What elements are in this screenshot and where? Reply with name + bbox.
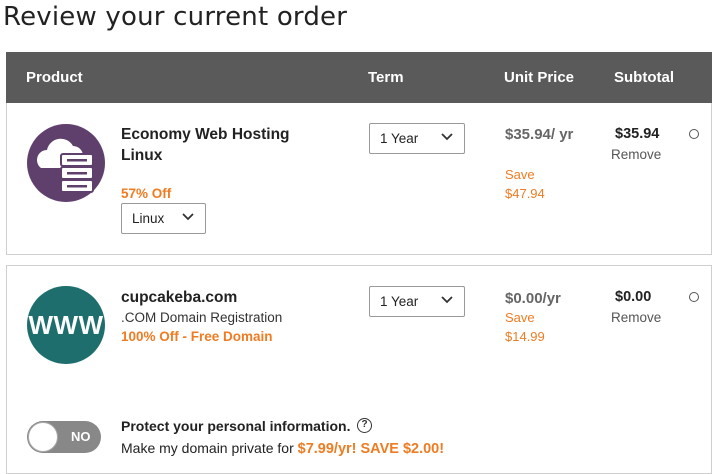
os-select[interactable]: Linux	[121, 203, 206, 234]
term-select-value: 1 Year	[380, 131, 419, 146]
toggle-knob	[28, 422, 58, 452]
subtotal-value: $35.94	[615, 126, 660, 142]
term-select[interactable]: 1 Year	[369, 286, 465, 317]
toggle-state-label: NO	[71, 429, 91, 444]
remove-icon[interactable]	[689, 129, 699, 139]
save-amount: $14.99	[505, 329, 545, 344]
header-term: Term	[368, 69, 404, 86]
remove-link[interactable]: Remove	[611, 310, 661, 325]
server-cloud-icon	[27, 124, 105, 202]
remove-link[interactable]: Remove	[611, 147, 661, 162]
header-product: Product	[26, 69, 83, 86]
domain-description: .COM Domain Registration	[121, 310, 283, 325]
order-item-hosting: Economy Web Hosting Linux 57% Off Linux …	[6, 103, 712, 255]
domain-name: cupcakeba.com	[121, 289, 238, 306]
remove-icon[interactable]	[689, 292, 699, 302]
privacy-offer-price: $7.99/yr! SAVE $2.00!	[297, 441, 445, 457]
privacy-toggle[interactable]: NO	[27, 421, 101, 453]
unit-price: $0.00/yr	[505, 290, 561, 307]
privacy-offer-text: Make my domain private for	[121, 440, 298, 456]
unit-price: $35.94/ yr	[505, 126, 574, 143]
discount-label: 57% Off	[121, 186, 172, 201]
os-select-value: Linux	[132, 211, 165, 226]
subtotal-value: $0.00	[615, 289, 652, 305]
www-icon: WWW	[27, 286, 105, 364]
order-table-header: Product Term Unit Price Subtotal	[6, 52, 712, 103]
discount-label: 100% Off - Free Domain	[121, 329, 273, 344]
chevron-down-icon	[182, 213, 194, 221]
term-select[interactable]: 1 Year	[369, 123, 465, 154]
help-icon[interactable]: ?	[357, 418, 372, 433]
order-item-domain: WWW cupcakeba.com .COM Domain Registrati…	[6, 265, 712, 474]
privacy-title: Protect your personal information.	[121, 418, 351, 434]
privacy-offer: Make my domain private for $7.99/yr! SAV…	[121, 440, 444, 457]
chevron-down-icon	[441, 296, 453, 304]
term-select-value: 1 Year	[380, 294, 419, 309]
save-label: Save	[505, 167, 535, 182]
header-unit-price: Unit Price	[504, 69, 575, 86]
page-title: Review your current order	[3, 2, 348, 32]
chevron-down-icon	[441, 133, 453, 141]
product-name: Economy Web Hosting Linux	[121, 126, 290, 164]
save-amount: $47.94	[505, 186, 545, 201]
header-subtotal: Subtotal	[614, 69, 674, 86]
save-label: Save	[505, 310, 535, 325]
